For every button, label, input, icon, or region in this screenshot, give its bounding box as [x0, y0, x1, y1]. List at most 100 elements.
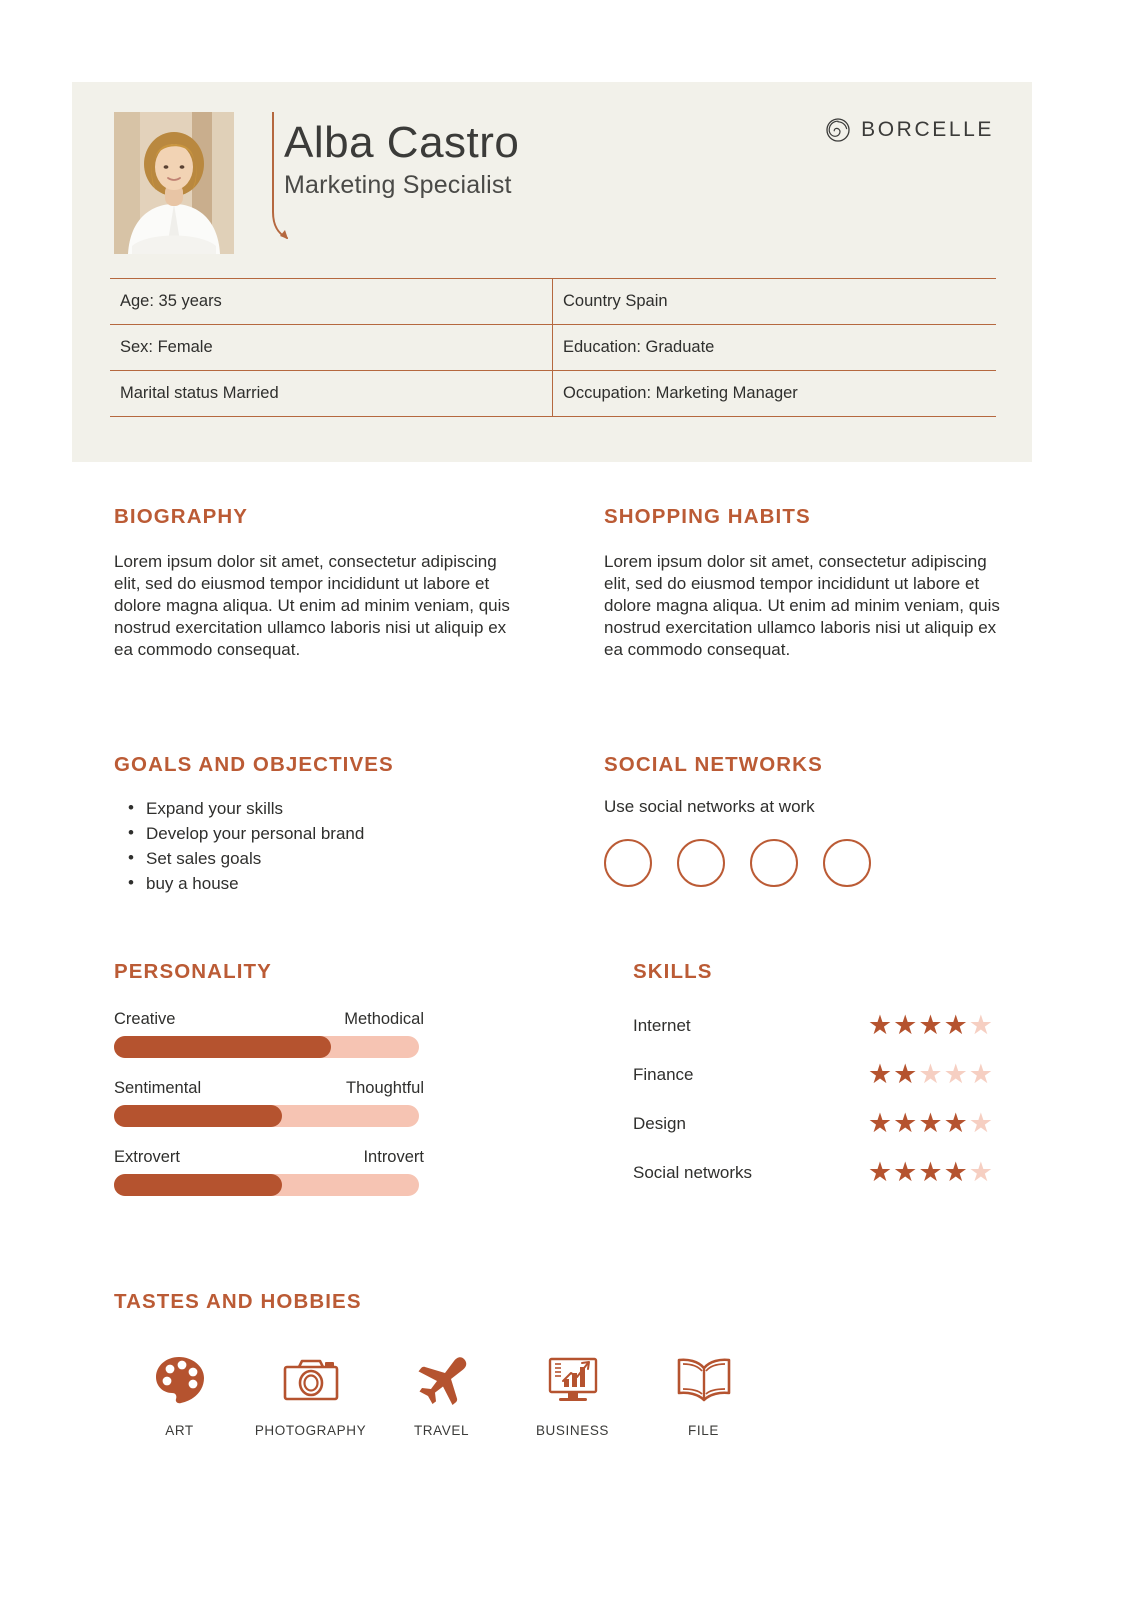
- goals-title: GOALS AND OBJECTIVES: [114, 753, 394, 776]
- brand-logo: BORCELLE: [826, 118, 994, 142]
- star-rating: ★ ★ ★ ★ ★: [868, 1012, 993, 1039]
- star-icon: ★: [893, 1157, 918, 1187]
- table-cell-age: Age: 35 years: [110, 278, 553, 324]
- table-cell-occupation: Occupation: Marketing Manager: [553, 370, 996, 417]
- open-book-icon: [638, 1350, 769, 1410]
- table-cell-education: Education: Graduate: [553, 324, 996, 370]
- goals-list: Expand your skills Develop your personal…: [114, 796, 514, 897]
- star-icon: ★: [918, 1157, 943, 1187]
- skill-row: Internet ★ ★ ★ ★ ★: [633, 1012, 993, 1039]
- page-title: Alba Castro: [284, 118, 520, 167]
- star-icon: ★: [943, 1157, 968, 1187]
- social-networks-title: SOCIAL NETWORKS: [604, 753, 823, 776]
- header-top: Alba Castro Marketing Specialist BORCELL…: [72, 82, 1032, 262]
- table-cell-country: Country Spain: [553, 278, 996, 324]
- slider-left-label: Creative: [114, 1010, 176, 1028]
- star-icon: ★: [867, 1157, 893, 1187]
- table-row: Age: 35 years Country Spain: [110, 278, 996, 324]
- camera-icon: [245, 1350, 376, 1410]
- hobby-item-travel: TRAVEL: [376, 1350, 507, 1438]
- slider-left-label: Sentimental: [114, 1079, 202, 1097]
- star-icon: ★: [943, 1108, 968, 1138]
- slider-right-label: Thoughtful: [346, 1079, 424, 1097]
- airplane-icon: [376, 1350, 507, 1410]
- biography-title: BIOGRAPHY: [114, 505, 249, 528]
- table-cell-marital: Marital status Married: [110, 370, 553, 417]
- hobbies-title: TASTES AND HOBBIES: [114, 1290, 362, 1313]
- list-item: Set sales goals: [114, 846, 514, 872]
- list-item: buy a house: [114, 871, 514, 897]
- hobby-item-art: ART: [114, 1350, 245, 1438]
- slider-right-label: Introvert: [363, 1148, 424, 1166]
- star-icon: ★: [918, 1059, 943, 1089]
- shopping-habits-text: Lorem ipsum dolor sit amet, consectetur …: [604, 552, 1000, 659]
- slider-track[interactable]: [114, 1174, 419, 1196]
- social-circle-icon[interactable]: [750, 839, 798, 887]
- hobby-label: TRAVEL: [413, 1423, 470, 1438]
- star-rating: ★ ★ ★ ★ ★: [868, 1061, 993, 1088]
- table-cell-sex: Sex: Female: [110, 324, 553, 370]
- star-icon: ★: [867, 1059, 893, 1089]
- shopping-habits-title: SHOPPING HABITS: [604, 505, 811, 528]
- skill-name: Internet: [633, 1015, 691, 1035]
- star-icon: ★: [893, 1108, 918, 1138]
- star-icon: ★: [893, 1010, 918, 1040]
- biography-section: BIOGRAPHY Lorem ipsum dolor sit amet, co…: [114, 505, 514, 661]
- slider-fill: [114, 1105, 282, 1127]
- shopping-habits-section: SHOPPING HABITS Lorem ipsum dolor sit am…: [604, 505, 1004, 661]
- social-circle-icon[interactable]: [677, 839, 725, 887]
- slider-track[interactable]: [114, 1036, 419, 1058]
- slider-fill: [114, 1174, 282, 1196]
- social-networks-note: Use social networks at work: [604, 797, 815, 816]
- name-block: Alba Castro Marketing Specialist: [284, 118, 520, 200]
- skills-list: Internet ★ ★ ★ ★ ★ Finance ★ ★ ★ ★ ★ Design ★ ★ ★ ★…: [633, 1012, 993, 1186]
- star-rating: ★ ★ ★ ★ ★: [868, 1110, 993, 1137]
- hobby-label: ART: [165, 1423, 194, 1438]
- goals-section: GOALS AND OBJECTIVES Expand your skills …: [114, 753, 514, 897]
- slider-right-label: Methodical: [344, 1010, 424, 1028]
- avatar: [114, 112, 234, 254]
- hobby-label: FILE: [688, 1423, 719, 1438]
- personality-slider: Creative Methodical: [114, 1010, 424, 1058]
- social-icon-placeholders: [604, 839, 1004, 887]
- star-icon: ★: [943, 1010, 968, 1040]
- hobby-label: PHOTOGRAPHY: [254, 1423, 367, 1438]
- brand-name: BORCELLE: [861, 118, 994, 141]
- star-icon: ★: [867, 1010, 893, 1040]
- star-icon: ★: [918, 1010, 943, 1040]
- star-icon: ★: [968, 1108, 993, 1138]
- table-row: Marital status Married Occupation: Marke…: [110, 370, 996, 417]
- hobby-item-photography: PHOTOGRAPHY: [245, 1350, 376, 1438]
- biography-text: Lorem ipsum dolor sit amet, consectetur …: [114, 552, 510, 659]
- person-role: Marketing Specialist: [284, 170, 512, 199]
- persona-document: Alba Castro Marketing Specialist BORCELL…: [0, 0, 1131, 1600]
- personality-sliders: Creative Methodical Sentimental Thoughtf…: [114, 1010, 424, 1196]
- table-row: Sex: Female Education: Graduate: [110, 324, 996, 370]
- list-item: Develop your personal brand: [114, 821, 514, 847]
- slider-left-label: Extrovert: [114, 1148, 181, 1166]
- list-item: Expand your skills: [114, 796, 514, 822]
- skill-name: Finance: [633, 1064, 694, 1084]
- skills-title: SKILLS: [633, 960, 713, 983]
- star-icon: ★: [893, 1059, 918, 1089]
- skill-row: Design ★ ★ ★ ★ ★: [633, 1110, 993, 1137]
- social-circle-icon[interactable]: [604, 839, 652, 887]
- spiral-circle-icon: [826, 118, 850, 142]
- skill-name: Design: [633, 1113, 686, 1133]
- social-networks-section: SOCIAL NETWORKS Use social networks at w…: [604, 753, 1004, 887]
- chart-monitor-icon: [507, 1350, 638, 1410]
- skill-row: Social networks ★ ★ ★ ★ ★: [633, 1159, 993, 1186]
- personality-slider: Extrovert Introvert: [114, 1148, 424, 1196]
- star-icon: ★: [867, 1108, 893, 1138]
- social-circle-icon[interactable]: [823, 839, 871, 887]
- personality-section: PERSONALITY Creative Methodical Sentimen…: [114, 960, 424, 1217]
- star-icon: ★: [968, 1157, 993, 1187]
- slider-track[interactable]: [114, 1105, 419, 1127]
- palette-icon: [114, 1350, 245, 1410]
- skill-row: Finance ★ ★ ★ ★ ★: [633, 1061, 993, 1088]
- hobby-item-business: BUSINESS: [507, 1350, 638, 1438]
- star-icon: ★: [943, 1059, 968, 1089]
- personality-title: PERSONALITY: [114, 960, 272, 983]
- slider-fill: [114, 1036, 331, 1058]
- hobbies-list: ART PHOTOGRAPHY TRAVEL BUSINESS FILE: [114, 1350, 814, 1438]
